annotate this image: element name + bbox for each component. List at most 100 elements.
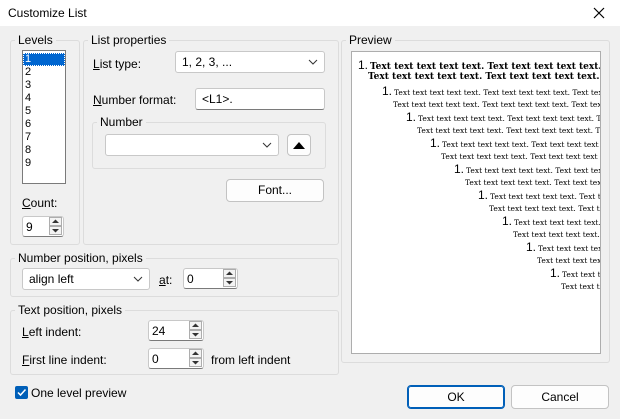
at-value: 0 [187,272,194,286]
list-type-value: 1, 2, 3, ... [182,55,233,69]
preview-line: 1.Text text text text text. Text text te… [430,136,600,150]
at-spinner[interactable]: 0 [183,268,238,289]
chevron-down-icon [262,142,272,148]
preview-line: 1.Text text text text text. Text text te… [382,84,601,98]
alignment-value: align left [29,272,74,286]
preview-line-text: Text text text text text. Text text text… [394,88,601,97]
preview-line-text: Text text text text text. Text text t [514,218,601,227]
preview-line: Text text text text text. Text text text… [417,126,601,135]
close-icon [593,7,605,19]
count-spinner[interactable]: 9 [22,216,64,237]
spin-down-icon [226,281,233,285]
number-format-value: <L1>. [202,92,233,106]
spin-down-button[interactable] [189,330,202,339]
spin-down-button[interactable] [223,278,236,287]
preview-line: Text text text text text. Text te [537,256,601,265]
levels-listbox[interactable]: 1 2 3 4 5 6 7 8 9 [22,50,66,184]
spin-down-icon [192,333,199,337]
font-button[interactable]: Font... [226,179,324,202]
preview-line: Text text text text text. Text text text… [441,152,600,161]
text-position-legend: Text position, pixels [18,303,123,317]
level-item-8[interactable]: 8 [23,144,65,157]
number-combo[interactable] [105,134,279,156]
preview-number: 1. [550,266,561,280]
number-format-field[interactable]: <L1>. [195,88,325,110]
triangle-up-icon [293,142,305,149]
level-item-9[interactable]: 9 [23,157,65,170]
chevron-down-icon [308,59,318,65]
level-item-6[interactable]: 6 [23,118,65,131]
first-line-indent-value: 0 [152,352,159,366]
preview-line-text: Text text text text text. Text text text… [490,192,601,201]
preview-number: 1. [382,84,393,98]
preview-number: 1. [430,136,441,150]
cancel-button[interactable]: Cancel [511,385,609,409]
preview-line: 1.Text text text text text. Text te [526,240,600,254]
preview-line: Text text text text text. Text text text… [393,100,601,109]
preview-line: 1.Text text text text text. Te [550,266,601,280]
preview-line: 1.Text text text text text. Text text te… [358,58,601,72]
first-line-suffix: from left indent [211,353,291,367]
spin-down-icon [52,229,59,233]
number-insert-button[interactable] [287,134,311,156]
chevron-down-icon [133,276,143,282]
spin-up-button[interactable] [223,269,236,278]
level-item-7[interactable]: 7 [23,131,65,144]
preview-line-text: Text text text text text. Text text text… [442,140,600,149]
level-item-4[interactable]: 4 [23,92,65,105]
preview-number: 1. [478,188,489,202]
preview-line-text: Text text text text text. Text te [538,244,600,253]
at-label: at: [159,273,173,287]
preview-line-text: Text text text text text. Text text text… [370,62,601,72]
ok-button[interactable]: OK [407,385,505,409]
preview-line: 1.Text text text text text. Text text te… [406,110,601,124]
preview-line: Text text text text text. Text text text… [465,178,600,187]
spin-up-icon [52,219,59,223]
check-icon [17,388,27,397]
window-title: Customize List [8,6,87,20]
close-button[interactable] [588,2,610,24]
alignment-combo[interactable]: align left [22,268,150,290]
preview-number: 1. [406,110,417,124]
list-type-combo[interactable]: 1, 2, 3, ... [175,51,325,73]
preview-line: Text text text text text. Text text text… [368,72,601,82]
number-position-legend: Number position, pixels [18,251,143,265]
cancel-button-label: Cancel [541,390,579,404]
spin-down-button[interactable] [189,358,202,367]
preview-number: 1. [526,240,537,254]
preview-line: 1.Text text text text text. Text text te… [478,188,601,202]
ok-button-label: OK [447,390,465,404]
spin-up-button[interactable] [189,349,202,358]
preview-line: Text text text text text. Text text t [513,230,600,239]
one-level-preview-checkbox[interactable] [15,386,28,399]
preview-line: 1.Text text text text text. Text text t [502,214,601,228]
spin-down-button[interactable] [49,226,62,235]
spin-down-icon [192,361,199,365]
preview-area: 1. Text text text text text. Text text te… [351,51,601,354]
preview-number: 1. [358,58,369,72]
one-level-preview-label: One level preview [31,386,127,400]
list-properties-legend: List properties [91,33,167,47]
spin-up-button[interactable] [189,321,202,330]
spin-up-icon [192,323,199,327]
left-indent-spinner[interactable]: 24 [148,320,204,341]
spin-up-button[interactable] [49,217,62,226]
left-indent-value: 24 [152,324,166,338]
preview-line-text: Text text text text text. Te [562,270,601,279]
preview-line: Text text text text text. Te [561,282,600,291]
level-item-2[interactable]: 2 [23,66,65,79]
count-value: 9 [26,220,33,234]
spin-up-icon [192,351,199,355]
first-line-indent-label: First line indent: [22,353,107,367]
list-type-label: List type: [93,57,142,71]
preview-legend: Preview [349,33,392,47]
preview-line: 1.Text text text text text. Text text te… [454,162,600,176]
level-item-3[interactable]: 3 [23,79,65,92]
first-line-indent-spinner[interactable]: 0 [148,348,204,369]
preview-number: 1. [502,214,513,228]
level-item-5[interactable]: 5 [23,105,65,118]
preview-line-text: Text text text text text. Text text text… [418,114,601,123]
level-item-1[interactable]: 1 [23,53,65,66]
levels-legend: Levels [18,33,53,47]
title-bar [0,0,620,26]
